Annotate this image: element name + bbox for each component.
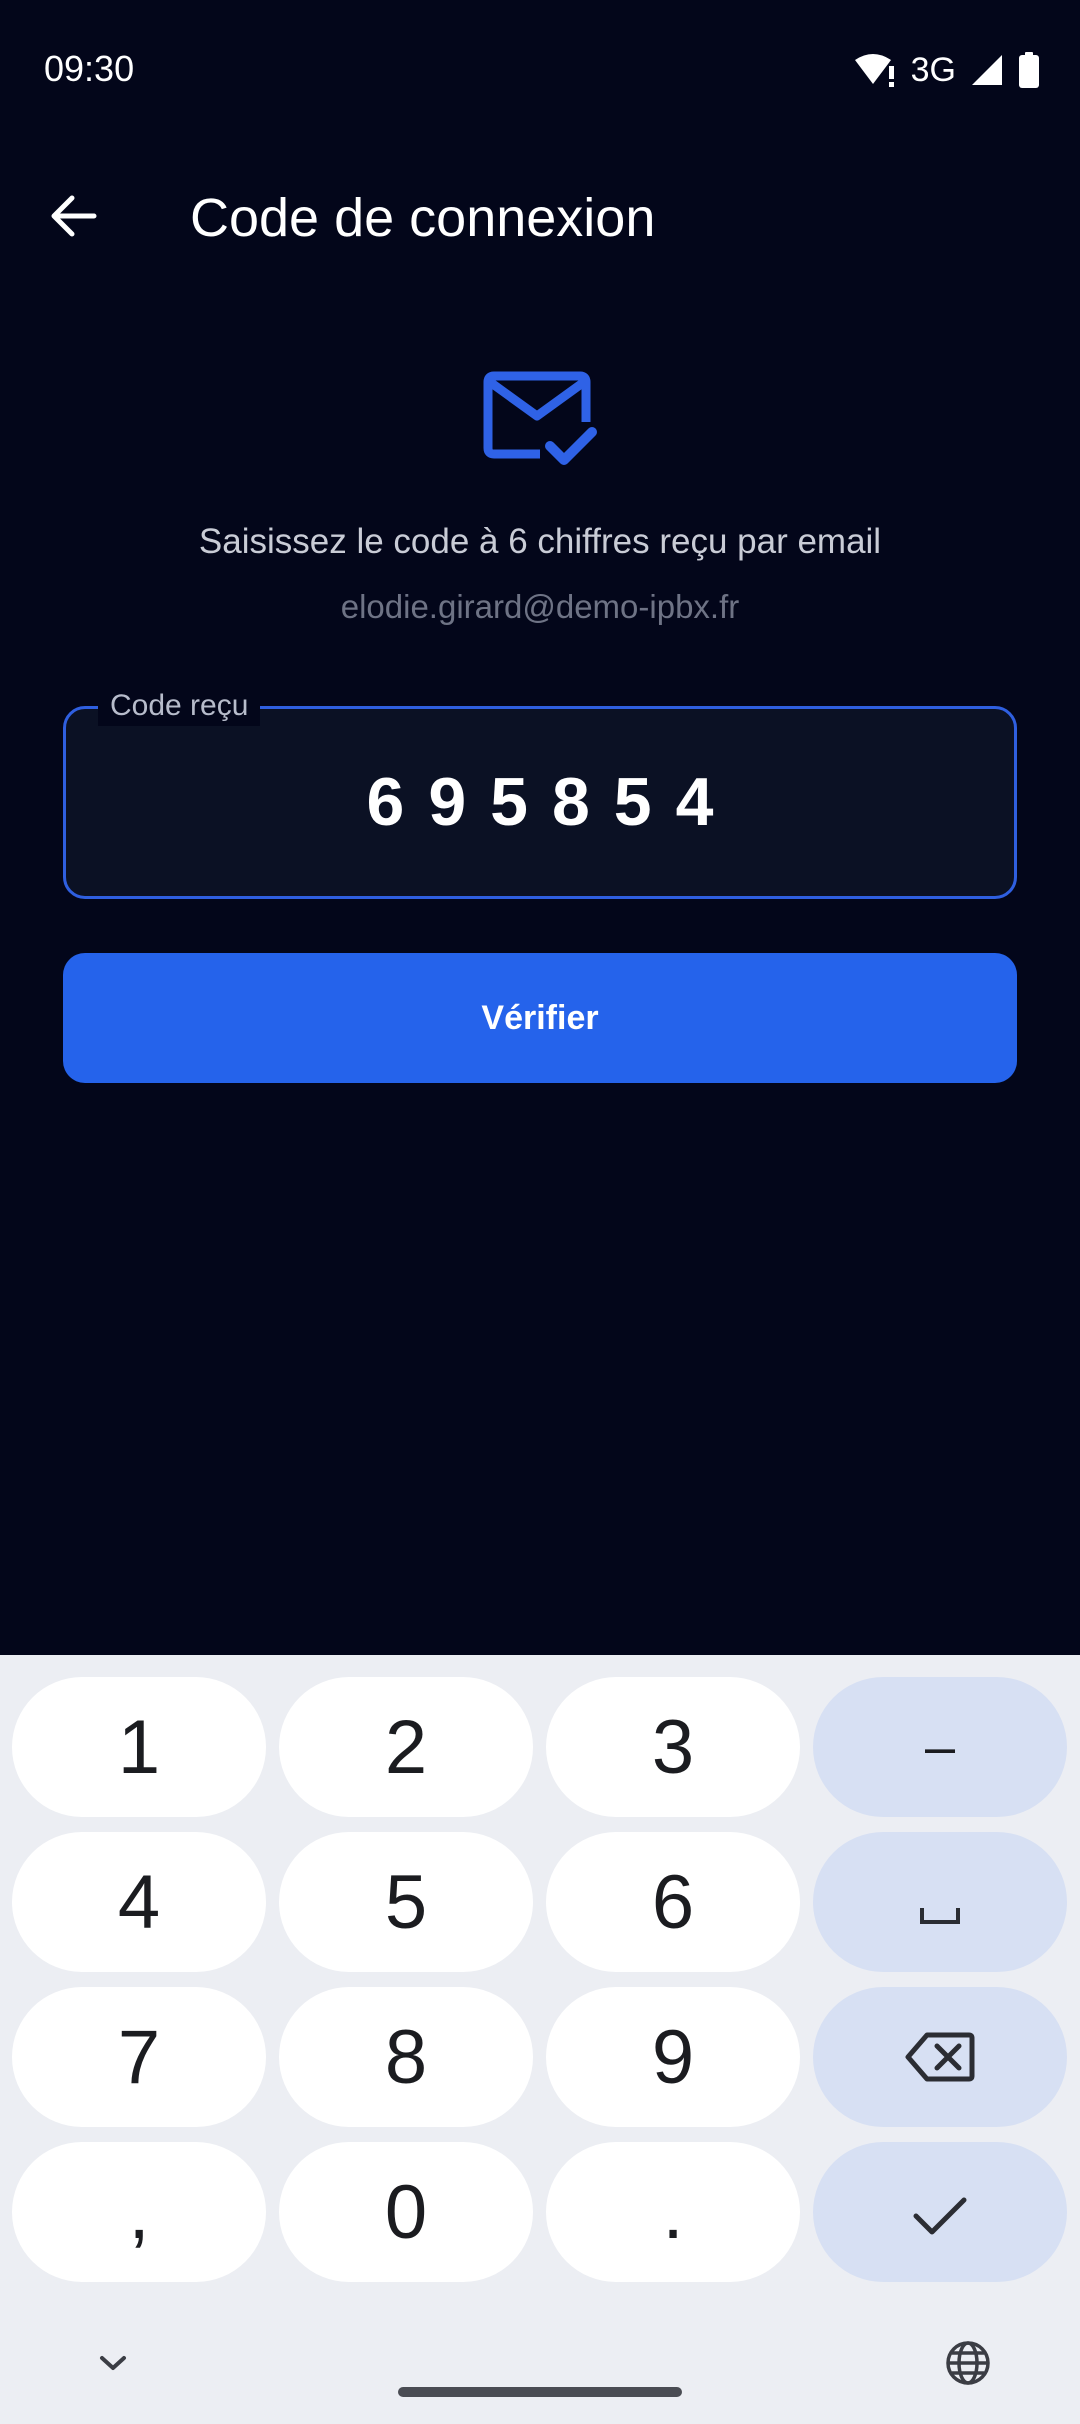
code-input-label: Code reçu xyxy=(98,686,261,726)
backspace-icon xyxy=(905,2014,975,2101)
instruction-text: Saisissez le code à 6 chiffres reçu par … xyxy=(198,522,882,561)
back-button[interactable] xyxy=(36,180,112,256)
hide-keyboard-button[interactable] xyxy=(88,2340,138,2390)
key-3[interactable]: 3 xyxy=(546,1677,800,1817)
battery-icon xyxy=(1018,52,1040,88)
page-title: Code de connexion xyxy=(190,188,656,248)
key-space[interactable] xyxy=(813,1832,1067,1972)
signal-icon xyxy=(970,53,1004,87)
network-type-label: 3G xyxy=(910,51,956,89)
key-period[interactable]: . xyxy=(546,2142,800,2282)
key-comma[interactable]: , xyxy=(12,2142,266,2282)
key-7[interactable]: 7 xyxy=(12,1987,266,2127)
home-indicator[interactable] xyxy=(398,2387,682,2397)
chevron-down-icon xyxy=(98,2353,128,2378)
globe-icon xyxy=(944,2339,992,2392)
key-5[interactable]: 5 xyxy=(279,1832,533,1972)
key-6[interactable]: 6 xyxy=(546,1832,800,1972)
key-done[interactable] xyxy=(813,2142,1067,2282)
key-backspace[interactable] xyxy=(813,1987,1067,2127)
arrow-left-icon xyxy=(50,194,98,243)
email-address: elodie.girard@demo-ipbx.fr xyxy=(340,588,740,625)
status-bar: 09:30 3G xyxy=(0,0,1080,140)
key-2[interactable]: 2 xyxy=(279,1677,533,1817)
status-icons: 3G xyxy=(853,50,1040,90)
verify-button[interactable]: Vérifier xyxy=(63,953,1017,1083)
key-9[interactable]: 9 xyxy=(546,1987,800,2127)
wifi-alert-icon xyxy=(853,52,897,88)
key-8[interactable]: 8 xyxy=(279,1987,533,2127)
key-1[interactable]: 1 xyxy=(12,1677,266,1817)
status-time: 09:30 xyxy=(44,48,135,89)
check-icon xyxy=(912,2169,968,2256)
numeric-keyboard: 1 2 3 – 4 5 6 7 8 9 , 0 . xyxy=(0,1655,1080,2424)
key-dash[interactable]: – xyxy=(813,1677,1067,1817)
code-input-value[interactable]: 695854 xyxy=(63,762,1017,842)
app-bar: Code de connexion xyxy=(0,150,1080,280)
mail-check-icon xyxy=(482,366,598,472)
space-icon xyxy=(918,1859,962,1946)
key-0[interactable]: 0 xyxy=(279,2142,533,2282)
language-button[interactable] xyxy=(940,2337,996,2393)
key-4[interactable]: 4 xyxy=(12,1832,266,1972)
